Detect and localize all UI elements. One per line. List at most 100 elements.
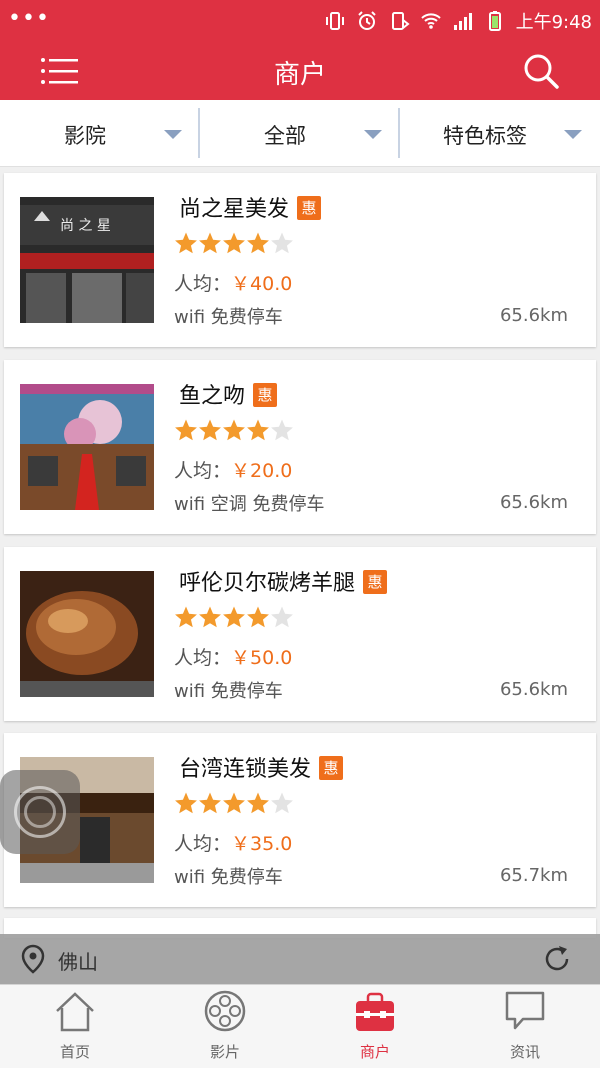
- data-icon: [391, 12, 410, 30]
- filter-area-label: 全部: [264, 124, 306, 148]
- filter-tags[interactable]: 特色标签: [400, 100, 600, 166]
- star-filled-icon: [247, 792, 269, 814]
- status-time: 上午9:48: [515, 12, 592, 33]
- rating-stars: [175, 419, 293, 441]
- star-empty-icon: [271, 232, 293, 254]
- signal-icon: [453, 13, 472, 30]
- merchant-name: 呼伦贝尔碳烤羊腿惠: [179, 565, 388, 597]
- price-label: 人均：: [174, 647, 232, 669]
- price-label: 人均：: [174, 460, 232, 482]
- alarm-icon: [357, 11, 376, 30]
- price-label: 人均：: [174, 273, 232, 295]
- price-label: 人均：: [174, 833, 232, 855]
- merchant-name: 鱼之吻惠: [179, 378, 278, 410]
- merchant-name-text: 呼伦贝尔碳烤羊腿: [179, 571, 356, 596]
- merchant-name: 尚之星美发惠: [179, 191, 322, 223]
- star-filled-icon: [247, 232, 269, 254]
- wifi-icon: [420, 13, 441, 29]
- star-filled-icon: [175, 419, 197, 441]
- merchant-distance: 65.7km: [499, 865, 568, 886]
- price-value: ￥35.0: [231, 833, 293, 855]
- notification-dots-icon: •••: [8, 6, 50, 31]
- shop-bag-icon: [356, 992, 394, 1031]
- tab-news[interactable]: 资讯: [450, 985, 600, 1068]
- rating-stars: [175, 232, 293, 254]
- rating-stars: [175, 792, 293, 814]
- vibrate-icon: [325, 12, 344, 30]
- home-icon: [56, 992, 94, 1032]
- merchant-tags: wifi 空调 免费停车: [174, 494, 325, 515]
- average-price: 人均：￥50.0: [174, 643, 292, 670]
- location-bar: 佛山: [0, 934, 600, 984]
- discount-badge: 惠: [319, 756, 344, 780]
- merchant-card[interactable]: 呼伦贝尔碳烤羊腿惠 人均：￥50.0 wifi 免费停车 65.6km: [4, 547, 596, 721]
- title-bar: 商户: [0, 42, 600, 100]
- star-empty-icon: [271, 792, 293, 814]
- merchant-photo: [20, 384, 154, 510]
- merchant-card[interactable]: 鱼之吻惠 人均：￥20.0 wifi 空调 免费停车 65.6km: [4, 360, 596, 534]
- tab-home[interactable]: 首页: [0, 985, 150, 1068]
- merchant-distance: 65.6km: [499, 305, 568, 326]
- star-empty-icon: [271, 606, 293, 628]
- star-filled-icon: [199, 232, 221, 254]
- merchant-photo-sign: 尚 之 星: [60, 218, 111, 234]
- star-filled-icon: [223, 232, 245, 254]
- star-filled-icon: [175, 792, 197, 814]
- tab-merchants-label: 商户: [359, 1043, 390, 1061]
- tab-home-label: 首页: [59, 1043, 90, 1061]
- filter-category-label: 影院: [64, 124, 106, 148]
- filter-area[interactable]: 全部: [200, 100, 400, 166]
- tab-films-label: 影片: [209, 1043, 240, 1061]
- tab-merchants[interactable]: 商户: [300, 985, 450, 1068]
- page-title: 商户: [273, 60, 326, 90]
- merchant-name: 台湾连锁美发惠: [179, 751, 344, 783]
- merchant-distance: 65.6km: [499, 492, 568, 513]
- merchant-card[interactable]: 台湾连锁美发惠 人均：￥35.0 wifi 免费停车 65.7km: [4, 733, 596, 907]
- filter-category[interactable]: 影院: [0, 100, 200, 166]
- star-filled-icon: [175, 606, 197, 628]
- tab-films[interactable]: 影片: [150, 985, 300, 1068]
- rating-stars: [175, 606, 293, 628]
- filter-tags-label: 特色标签: [443, 124, 527, 148]
- merchant-name-text: 尚之星美发: [179, 197, 290, 222]
- star-empty-icon: [271, 419, 293, 441]
- average-price: 人均：￥40.0: [174, 269, 292, 296]
- star-filled-icon: [199, 606, 221, 628]
- star-filled-icon: [223, 419, 245, 441]
- merchant-name-text: 鱼之吻: [179, 384, 246, 409]
- price-value: ￥50.0: [231, 647, 293, 669]
- merchant-tags: wifi 免费停车: [174, 867, 283, 888]
- status-bar: ••• 上午9:48: [0, 0, 600, 42]
- discount-badge: 惠: [297, 196, 322, 220]
- status-icons: 上午9:48: [324, 8, 592, 34]
- caret-down-icon: [564, 130, 582, 139]
- discount-badge: 惠: [363, 570, 388, 594]
- bottom-tab-bar: 首页 影片 商户 资讯: [0, 984, 600, 1068]
- average-price: 人均：￥35.0: [174, 829, 292, 856]
- price-value: ￥40.0: [231, 273, 293, 295]
- tab-news-label: 资讯: [509, 1043, 540, 1061]
- film-reel-icon: [204, 990, 246, 1032]
- location-pin-icon: [21, 944, 45, 974]
- assist-inner-ring-icon: [24, 796, 56, 828]
- merchant-photo: [20, 571, 154, 697]
- refresh-icon[interactable]: [540, 942, 574, 976]
- battery-icon: [488, 11, 501, 31]
- chat-bubble-icon: [505, 991, 545, 1030]
- star-filled-icon: [223, 606, 245, 628]
- discount-badge: 惠: [253, 383, 278, 407]
- star-filled-icon: [247, 606, 269, 628]
- star-filled-icon: [199, 792, 221, 814]
- merchant-tags: wifi 免费停车: [174, 307, 283, 328]
- search-icon[interactable]: [522, 52, 560, 90]
- caret-down-icon: [164, 130, 182, 139]
- merchant-card[interactable]: 尚 之 星 尚之星美发惠 人均：￥40.0 wifi 免费停车 65.6km: [4, 173, 596, 347]
- star-filled-icon: [223, 792, 245, 814]
- floating-assist-button[interactable]: [0, 770, 80, 854]
- filter-bar: 影院 全部 特色标签: [0, 100, 600, 167]
- average-price: 人均：￥20.0: [174, 456, 292, 483]
- current-city: 佛山: [58, 950, 98, 974]
- merchant-tags: wifi 免费停车: [174, 681, 283, 702]
- star-filled-icon: [199, 419, 221, 441]
- star-filled-icon: [247, 419, 269, 441]
